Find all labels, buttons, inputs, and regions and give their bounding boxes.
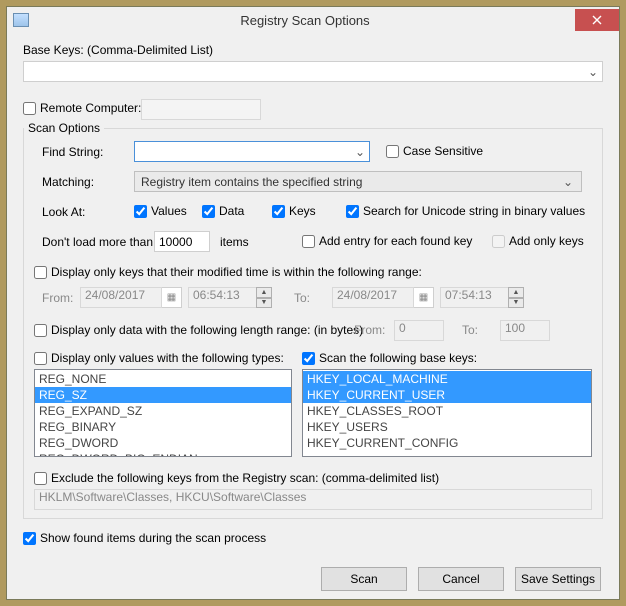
list-item[interactable]: HKEY_CURRENT_CONFIG xyxy=(303,435,591,451)
list-item[interactable]: HKEY_CURRENT_USER xyxy=(303,387,591,403)
len-to-input[interactable]: 100 xyxy=(500,320,550,341)
len-range-checkbox[interactable] xyxy=(34,324,47,337)
len-range-label: Display only data with the following len… xyxy=(51,323,363,337)
list-item[interactable]: REG_BINARY xyxy=(35,419,291,435)
dont-load-input[interactable] xyxy=(154,231,210,252)
add-entry-label: Add entry for each found key xyxy=(319,234,472,248)
remote-computer-label: Remote Computer: xyxy=(40,101,141,115)
mod-time-checkbox[interactable] xyxy=(34,266,47,279)
data-label: Data xyxy=(219,204,244,218)
save-settings-button[interactable]: Save Settings xyxy=(515,567,601,591)
find-string-label: Find String: xyxy=(42,145,103,159)
app-icon xyxy=(13,13,29,27)
base-keys-combo[interactable]: ⌄ xyxy=(23,61,603,82)
base-scan-checkbox[interactable] xyxy=(302,352,315,365)
to-time-spinner[interactable]: ▲▼ xyxy=(508,287,524,308)
val-types-list[interactable]: REG_NONEREG_SZREG_EXPAND_SZREG_BINARYREG… xyxy=(34,369,292,457)
values-checkbox[interactable] xyxy=(134,205,147,218)
add-only-keys-label: Add only keys xyxy=(509,234,584,248)
mod-time-label: Display only keys that their modified ti… xyxy=(51,265,422,279)
close-icon xyxy=(592,15,602,25)
base-scan-label: Scan the following base keys: xyxy=(319,351,477,365)
list-item[interactable]: REG_DWORD_BIG_ENDIAN xyxy=(35,451,291,457)
list-item[interactable]: REG_DWORD xyxy=(35,435,291,451)
unicode-label: Search for Unicode string in binary valu… xyxy=(363,204,585,218)
from-date-input[interactable]: 24/08/2017 xyxy=(80,287,162,308)
to-date-input[interactable]: 24/08/2017 xyxy=(332,287,414,308)
list-item[interactable]: REG_EXPAND_SZ xyxy=(35,403,291,419)
calendar-icon[interactable]: ▦ xyxy=(162,287,182,308)
dont-load-label2: items xyxy=(220,235,249,249)
list-item[interactable]: HKEY_CLASSES_ROOT xyxy=(303,403,591,419)
from-time-spinner[interactable]: ▲▼ xyxy=(256,287,272,308)
to-label: To: xyxy=(294,291,310,305)
remote-computer-checkbox[interactable] xyxy=(23,102,36,115)
unicode-checkbox[interactable] xyxy=(346,205,359,218)
len-from-input[interactable]: 0 xyxy=(394,320,444,341)
exclude-checkbox[interactable] xyxy=(34,472,47,485)
scan-options-group: Scan Options Find String: ⌄ Case Sensiti… xyxy=(23,121,603,519)
cancel-button[interactable]: Cancel xyxy=(418,567,504,591)
exclude-label: Exclude the following keys from the Regi… xyxy=(51,471,439,485)
matching-combo[interactable]: Registry item contains the specified str… xyxy=(134,171,582,192)
list-item[interactable]: HKEY_USERS xyxy=(303,419,591,435)
calendar-icon[interactable]: ▦ xyxy=(414,287,434,308)
show-found-label: Show found items during the scan process xyxy=(40,531,266,545)
scan-options-legend: Scan Options xyxy=(24,121,104,135)
base-scan-list[interactable]: HKEY_LOCAL_MACHINEHKEY_CURRENT_USERHKEY_… xyxy=(302,369,592,457)
case-sensitive-checkbox[interactable] xyxy=(386,145,399,158)
matching-label: Matching: xyxy=(42,175,94,189)
chevron-down-icon: ⌄ xyxy=(355,145,365,159)
case-sensitive-label: Case Sensitive xyxy=(403,144,483,158)
len-to-label: To: xyxy=(462,323,478,337)
from-time-input[interactable]: 06:54:13 xyxy=(188,287,256,308)
from-label: From: xyxy=(42,291,73,305)
values-label: Values xyxy=(151,204,187,218)
chevron-down-icon: ⌄ xyxy=(563,175,573,189)
val-types-label: Display only values with the following t… xyxy=(51,351,284,365)
remote-computer-input[interactable] xyxy=(141,99,261,120)
find-string-combo[interactable]: ⌄ xyxy=(134,141,370,162)
window-title: Registry Scan Options xyxy=(35,13,575,28)
list-item[interactable]: REG_SZ xyxy=(35,387,291,403)
keys-label: Keys xyxy=(289,204,316,218)
list-item[interactable]: HKEY_LOCAL_MACHINE xyxy=(303,371,591,387)
titlebar[interactable]: Registry Scan Options xyxy=(7,7,619,33)
show-found-checkbox[interactable] xyxy=(23,532,36,545)
list-item[interactable]: REG_NONE xyxy=(35,371,291,387)
dont-load-label1: Don't load more than xyxy=(42,235,153,249)
keys-checkbox[interactable] xyxy=(272,205,285,218)
base-keys-label: Base Keys: (Comma-Delimited List) xyxy=(23,43,213,57)
look-at-label: Look At: xyxy=(42,205,85,219)
data-checkbox[interactable] xyxy=(202,205,215,218)
to-time-input[interactable]: 07:54:13 xyxy=(440,287,508,308)
add-only-keys-checkbox xyxy=(492,235,505,248)
close-button[interactable] xyxy=(575,9,619,31)
val-types-checkbox[interactable] xyxy=(34,352,47,365)
matching-value: Registry item contains the specified str… xyxy=(141,175,362,189)
len-from-label: From: xyxy=(354,323,385,337)
add-entry-checkbox[interactable] xyxy=(302,235,315,248)
scan-button[interactable]: Scan xyxy=(321,567,407,591)
exclude-input[interactable]: HKLM\Software\Classes, HKCU\Software\Cla… xyxy=(34,489,592,510)
window: Registry Scan Options Base Keys: (Comma-… xyxy=(6,6,620,600)
chevron-down-icon: ⌄ xyxy=(588,65,598,79)
